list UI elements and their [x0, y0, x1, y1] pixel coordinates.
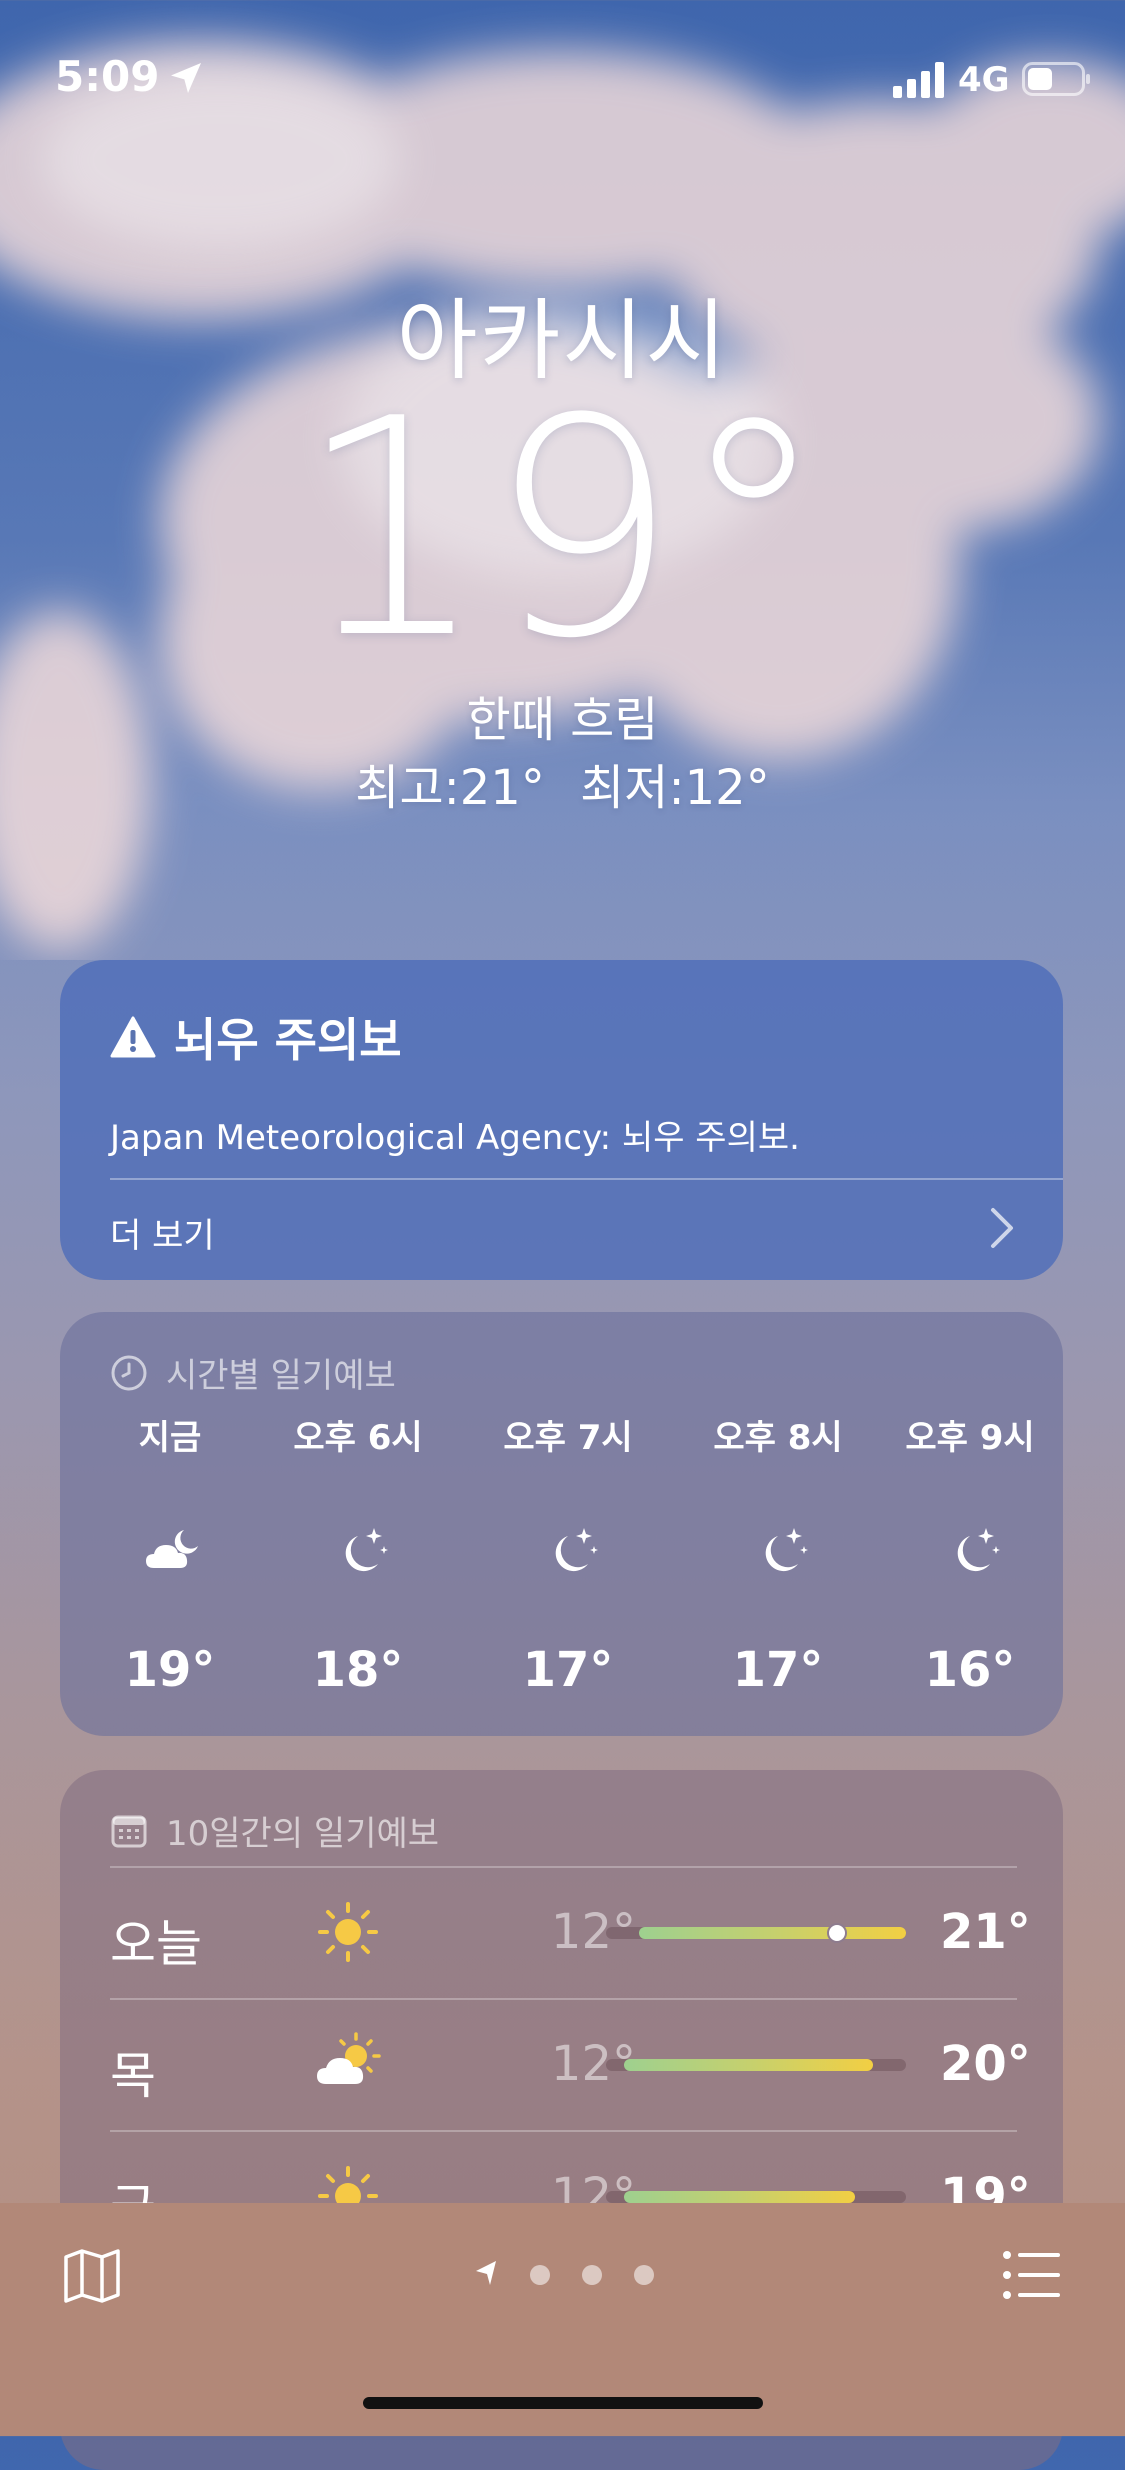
low-temp: 최저:12° — [580, 760, 770, 816]
sun-behind-cloud-icon — [317, 2032, 381, 2084]
divider — [110, 1998, 1017, 2000]
hour-time: 오후 8시 — [713, 1418, 843, 1458]
temp-range-bar — [606, 2191, 906, 2203]
sun-icon — [318, 1902, 378, 1962]
hour-time: 지금 — [138, 1418, 202, 1458]
cellular-signal-icon — [893, 62, 944, 98]
condition-text: 한때 흐림 — [466, 692, 659, 748]
clock-icon — [111, 1355, 147, 1390]
hour-time: 오후 7시 — [503, 1418, 633, 1458]
hour-temp: 19° — [124, 1642, 216, 1698]
home-indicator[interactable] — [363, 2397, 763, 2409]
chevron-right-icon[interactable] — [989, 1206, 1015, 1250]
alert-title-row: 뇌우 주의보 — [110, 1004, 402, 1070]
high-temp: 최고:21° — [355, 760, 545, 816]
temp-range-fill — [624, 2059, 873, 2071]
hourly-forecast-card[interactable]: 시간별 일기예보 지금 19° 오후 6시 18° 오후 7시 17° 오후 8… — [60, 1312, 1063, 1736]
temp-range-fill — [624, 2191, 855, 2203]
status-time: 5:09 — [55, 52, 160, 101]
moon-stars-icon — [345, 1528, 388, 1572]
map-icon[interactable] — [60, 2243, 124, 2307]
network-type: 4G — [958, 60, 1010, 100]
divider — [110, 2130, 1017, 2132]
moon-stars-icon — [957, 1528, 1000, 1572]
hour-temp: 17° — [732, 1642, 824, 1698]
moon-stars-icon — [555, 1528, 598, 1572]
warning-icon — [110, 1016, 156, 1058]
temp-range-fill — [639, 1927, 906, 1939]
page-dot — [582, 2265, 602, 2285]
alert-title: 뇌우 주의보 — [174, 1013, 402, 1067]
alert-body: Japan Meteorological Agency: 뇌우 주의보. — [110, 1118, 800, 1158]
divider — [110, 1866, 1017, 1868]
hour-time: 오후 6시 — [293, 1418, 423, 1458]
hour-time: 오후 9시 — [905, 1418, 1035, 1458]
page-indicator[interactable] — [470, 2255, 670, 2295]
location-page-icon — [476, 2261, 496, 2285]
hourly-header-label: 시간별 일기예보 — [166, 1356, 396, 1396]
hour-temp: 16° — [924, 1642, 1016, 1698]
cloud-moon-icon — [146, 1530, 198, 1568]
see-more-link[interactable]: 더 보기 — [110, 1208, 215, 1257]
hour-temp: 17° — [522, 1642, 614, 1698]
high-low: 최고:21° 최저:12° — [0, 748, 1125, 818]
moon-stars-icon — [765, 1528, 808, 1572]
hourly-header: 시간별 일기예보 — [110, 1348, 396, 1397]
day-high: 21° — [940, 1904, 1031, 1960]
calendar-icon — [111, 1815, 147, 1847]
location-arrow-icon — [171, 63, 201, 93]
current-temp-marker — [827, 1923, 847, 1943]
battery-icon — [1022, 62, 1090, 96]
day-name: 오늘 — [110, 1915, 202, 1973]
list-icon[interactable] — [1002, 2247, 1062, 2303]
daily-header-label: 10일간의 일기예보 — [166, 1814, 440, 1854]
status-bar: 5:09 4G — [0, 0, 1125, 150]
divider — [110, 1178, 1063, 1180]
page-dot — [530, 2265, 550, 2285]
temp-range-bar — [606, 2059, 906, 2071]
hour-temp: 18° — [312, 1642, 404, 1698]
weather-alert-card[interactable]: 뇌우 주의보 Japan Meteorological Agency: 뇌우 주… — [60, 960, 1063, 1280]
day-name: 목 — [110, 2047, 156, 2105]
day-high: 20° — [940, 2036, 1031, 2092]
daily-header: 10일간의 일기예보 — [110, 1806, 439, 1855]
temp-range-bar — [606, 1923, 906, 1943]
page-dot — [634, 2265, 654, 2285]
current-temperature: 19° — [296, 355, 829, 704]
